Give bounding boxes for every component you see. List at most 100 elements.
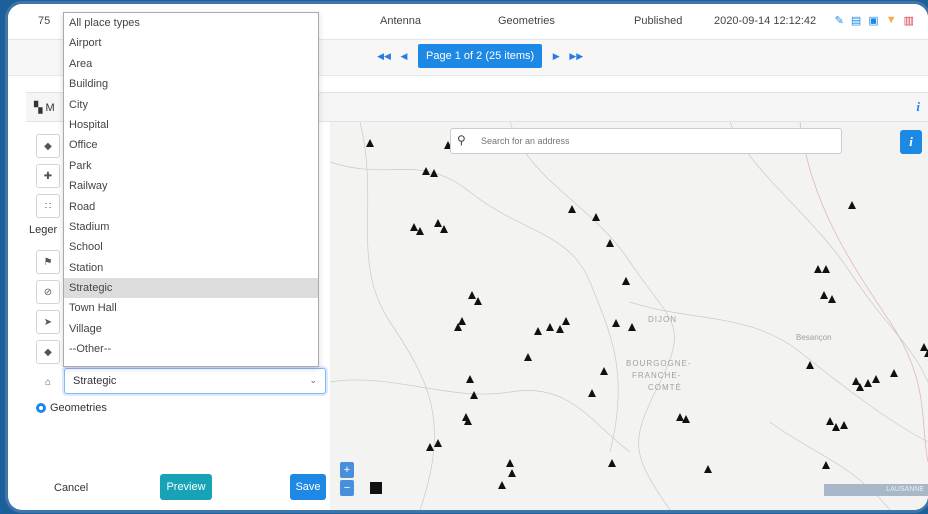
place-marker[interactable] — [704, 465, 712, 473]
place-marker[interactable] — [434, 439, 442, 447]
place-marker[interactable] — [822, 461, 830, 469]
place-marker[interactable] — [534, 327, 542, 335]
place-marker[interactable] — [592, 213, 600, 221]
cancel-button[interactable]: Cancel — [54, 482, 88, 494]
place-marker[interactable] — [608, 459, 616, 467]
first-page-button[interactable]: ◀◀ — [374, 44, 394, 68]
place-marker[interactable] — [612, 319, 620, 327]
tag-icon-2[interactable]: ◆ — [36, 340, 60, 364]
place-marker[interactable] — [430, 169, 438, 177]
place-type-select[interactable]: Strategic ⌄ — [64, 368, 326, 394]
legend-label: Leger — [29, 224, 58, 236]
place-marker[interactable] — [600, 367, 608, 375]
place-marker[interactable] — [820, 291, 828, 299]
place-marker[interactable] — [506, 459, 514, 467]
place-marker[interactable] — [588, 389, 596, 397]
place-marker[interactable] — [410, 223, 418, 231]
place-marker[interactable] — [546, 323, 554, 331]
current-page-button[interactable]: Page 1 of 2 (25 items) — [418, 44, 543, 68]
dropdown-option[interactable]: School — [64, 237, 318, 257]
panel-title: ▚ M — [34, 101, 55, 114]
search-input[interactable] — [481, 132, 831, 150]
dropdown-option[interactable]: Village — [64, 319, 318, 339]
compass-icon[interactable]: ⊘ — [36, 280, 60, 304]
dropdown-option[interactable]: All place types — [64, 13, 318, 33]
clipboard-icon[interactable]: ▤ — [851, 14, 861, 27]
place-marker[interactable] — [524, 353, 532, 361]
place-marker[interactable] — [682, 415, 690, 423]
dropdown-option[interactable]: Airport — [64, 33, 318, 53]
place-marker[interactable] — [848, 201, 856, 209]
place-marker[interactable] — [828, 295, 836, 303]
place-marker[interactable] — [366, 139, 374, 147]
dropdown-option[interactable]: City — [64, 95, 318, 115]
address-search[interactable]: ⚲ — [450, 128, 842, 154]
location-arrow-icon[interactable]: ➤ — [36, 310, 60, 334]
flag-icon[interactable]: ⚑ — [36, 250, 60, 274]
place-marker[interactable] — [864, 379, 872, 387]
region-label-1: BOURGOGNE- — [626, 359, 692, 368]
place-marker[interactable] — [622, 277, 630, 285]
dropdown-option[interactable]: Railway — [64, 176, 318, 196]
dropdown-option[interactable]: Town Hall — [64, 298, 318, 318]
place-marker[interactable] — [840, 421, 848, 429]
place-marker[interactable] — [890, 369, 898, 377]
row-status: Published — [634, 15, 683, 27]
map-info-button[interactable]: i — [900, 130, 922, 154]
dropdown-option[interactable]: Hospital — [64, 115, 318, 135]
place-marker[interactable] — [498, 481, 506, 489]
place-marker[interactable] — [556, 325, 564, 333]
place-marker[interactable] — [822, 265, 830, 273]
place-marker[interactable] — [568, 205, 576, 213]
place-marker[interactable] — [426, 443, 434, 451]
grid-icon[interactable]: ∷ — [36, 194, 60, 218]
place-marker[interactable] — [872, 375, 880, 383]
last-page-button[interactable]: ▶▶ — [566, 44, 586, 68]
place-marker[interactable] — [920, 343, 928, 351]
dropdown-option[interactable]: Station — [64, 258, 318, 278]
map-view[interactable]: ⚲ i DIJON BOURGOGNE- FRANCHE- COMTÉ Besa… — [330, 122, 928, 510]
place-marker[interactable] — [852, 377, 860, 385]
dropdown-option[interactable]: Park — [64, 156, 318, 176]
prev-page-button[interactable]: ◀ — [394, 44, 414, 68]
row-id: 75 — [38, 15, 51, 27]
zoom-out-button[interactable]: − — [340, 480, 354, 496]
place-marker[interactable] — [470, 391, 478, 399]
save-button[interactable]: Save — [290, 474, 326, 500]
thumbs-down-icon[interactable]: ▼ — [886, 14, 897, 27]
tag-icon[interactable]: ◆ — [36, 134, 60, 158]
region-label-2: FRANCHE- — [632, 371, 682, 380]
dropdown-option[interactable]: Building — [64, 74, 318, 94]
place-marker[interactable] — [814, 265, 822, 273]
zoom-in-button[interactable]: + — [340, 462, 354, 478]
place-marker[interactable] — [826, 417, 834, 425]
trash-icon[interactable]: ▥ — [904, 14, 914, 27]
place-marker[interactable] — [508, 469, 516, 477]
info-icon[interactable]: i — [916, 99, 920, 115]
save-icon[interactable]: ▣ — [868, 14, 878, 27]
dropdown-option[interactable]: Stadium — [64, 217, 318, 237]
preview-button[interactable]: Preview — [160, 474, 212, 500]
dropdown-option[interactable]: Office — [64, 135, 318, 155]
place-marker[interactable] — [468, 291, 476, 299]
panel-title-text: M — [45, 102, 55, 114]
place-marker[interactable] — [628, 323, 636, 331]
geometries-radio[interactable]: Geometries — [36, 402, 107, 414]
place-marker[interactable] — [458, 317, 466, 325]
place-marker[interactable] — [466, 375, 474, 383]
geometries-label: Geometries — [50, 402, 107, 414]
dropdown-option[interactable]: --Other-- — [64, 339, 318, 359]
row-timestamp: 2020-09-14 12:12:42 — [714, 15, 817, 27]
dropdown-option[interactable]: Strategic — [64, 278, 318, 299]
next-page-button[interactable]: ▶ — [546, 44, 566, 68]
place-marker[interactable] — [562, 317, 570, 325]
dropdown-option[interactable]: Road — [64, 197, 318, 217]
lausanne-label: LAUSANNE — [824, 484, 928, 496]
place-marker[interactable] — [606, 239, 614, 247]
puzzle-icon[interactable]: ✚ — [36, 164, 60, 188]
edit-icon[interactable]: ✎ — [835, 14, 844, 27]
place-marker[interactable] — [434, 219, 442, 227]
home-icon[interactable]: ⌂ — [36, 370, 60, 394]
place-marker[interactable] — [676, 413, 684, 421]
dropdown-option[interactable]: Area — [64, 54, 318, 74]
